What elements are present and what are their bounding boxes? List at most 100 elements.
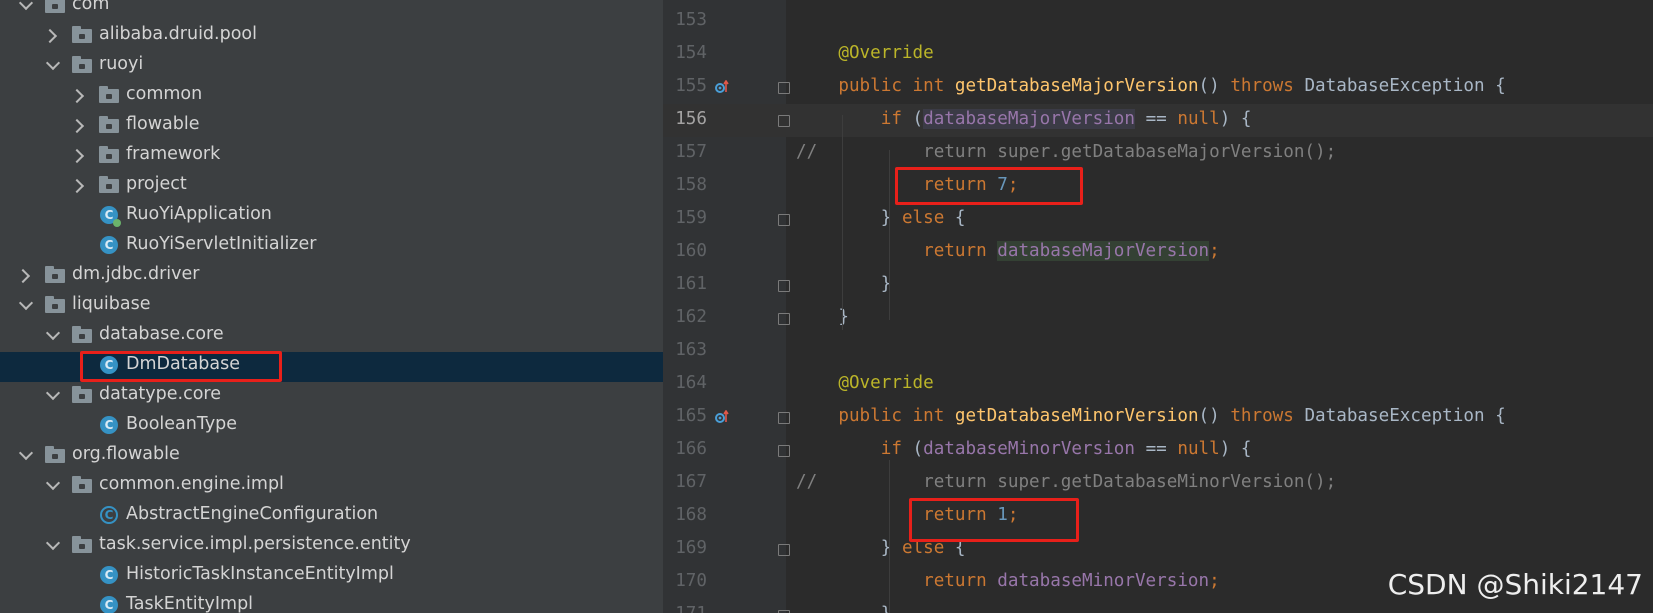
code-line[interactable]: 169 } else { bbox=[663, 533, 1653, 566]
tree-item[interactable]: common bbox=[0, 82, 663, 112]
line-number: 160 bbox=[675, 241, 707, 261]
code-line[interactable]: 158 return 7; bbox=[663, 170, 1653, 203]
chevron-right-icon[interactable] bbox=[69, 118, 85, 134]
fold-marker-icon[interactable] bbox=[778, 82, 790, 94]
code-token: @Override bbox=[838, 373, 934, 393]
fold-marker-icon[interactable] bbox=[778, 214, 790, 226]
code-token: } bbox=[880, 538, 902, 558]
fold-marker-icon[interactable] bbox=[778, 313, 790, 325]
code-token: if bbox=[880, 109, 913, 129]
code-line[interactable]: 164 @Override bbox=[663, 368, 1653, 401]
chevron-down-icon[interactable] bbox=[45, 385, 61, 401]
project-tree[interactable]: com alibaba.druid.pool ruoyi common flowable… bbox=[0, 0, 663, 613]
chevron-right-icon[interactable] bbox=[69, 148, 85, 164]
tree-item[interactable]: liquibase bbox=[0, 292, 663, 322]
code-line[interactable]: 153 bbox=[663, 5, 1653, 38]
tree-item[interactable]: C HistoricTaskInstanceEntityImpl bbox=[0, 562, 663, 592]
chevron-right-icon[interactable] bbox=[69, 88, 85, 104]
code-line[interactable]: 157 // return super.getDatabaseMajorVersi… bbox=[663, 137, 1653, 170]
chevron-down-icon[interactable] bbox=[18, 295, 34, 311]
tree-item[interactable]: C RuoYiApplication bbox=[0, 202, 663, 232]
code-editor[interactable]: 153 154 @Override 155 public int getDataba… bbox=[663, 0, 1653, 613]
code-token: } bbox=[880, 208, 902, 228]
chevron-right-icon[interactable] bbox=[15, 268, 31, 284]
line-number: 153 bbox=[675, 10, 707, 30]
code-line[interactable]: 161 } bbox=[663, 269, 1653, 302]
code-token: throws bbox=[1230, 406, 1305, 426]
code-text: if (databaseMajorVersion == null) { bbox=[796, 109, 1252, 129]
code-line[interactable]: 166 if (databaseMinorVersion == null) { bbox=[663, 434, 1653, 467]
package-folder-icon bbox=[45, 296, 65, 313]
tree-item[interactable]: database.core bbox=[0, 322, 663, 352]
code-line[interactable]: 163 bbox=[663, 335, 1653, 368]
tree-item[interactable]: ruoyi bbox=[0, 52, 663, 82]
tree-item[interactable]: com bbox=[0, 0, 663, 22]
tree-item[interactable]: datatype.core bbox=[0, 382, 663, 412]
tree-item[interactable]: alibaba.druid.pool bbox=[0, 22, 663, 52]
fold-marker-icon[interactable] bbox=[778, 280, 790, 292]
code-token: == bbox=[1134, 439, 1178, 459]
class-icon: C bbox=[100, 566, 118, 584]
override-up-icon[interactable] bbox=[715, 80, 729, 94]
code-line[interactable]: 162 } bbox=[663, 302, 1653, 335]
class-icon: C bbox=[100, 596, 118, 613]
runnable-class-icon: C bbox=[100, 206, 121, 227]
tree-item[interactable]: dm.jdbc.driver bbox=[0, 262, 663, 292]
tree-item[interactable]: common.engine.impl bbox=[0, 472, 663, 502]
tree-item[interactable]: flowable bbox=[0, 112, 663, 142]
code-line[interactable]: 156 if (databaseMajorVersion == null) { bbox=[663, 104, 1653, 137]
code-line[interactable]: 171 } bbox=[663, 599, 1653, 613]
code-line[interactable]: 167 // return super.getDatabaseMinorVersi… bbox=[663, 467, 1653, 500]
code-line[interactable]: 165 public int getDatabaseMinorVersion()… bbox=[663, 401, 1653, 434]
fold-marker-icon[interactable] bbox=[778, 544, 790, 556]
fold-marker-icon[interactable] bbox=[778, 115, 790, 127]
code-text: } bbox=[796, 604, 892, 613]
code-token: ( bbox=[912, 109, 924, 129]
code-token: @Override bbox=[838, 43, 934, 63]
code-token: ) { bbox=[1219, 109, 1252, 129]
code-line[interactable]: 160 return databaseMajorVersion; bbox=[663, 236, 1653, 269]
override-up-icon[interactable] bbox=[715, 410, 729, 424]
fold-marker-icon[interactable] bbox=[778, 445, 790, 457]
chevron-down-icon[interactable] bbox=[45, 325, 61, 341]
chevron-down-icon[interactable] bbox=[45, 55, 61, 71]
tree-item[interactable]: C RuoYiServletInitializer bbox=[0, 232, 663, 262]
tree-item[interactable]: task.service.impl.persistence.entity bbox=[0, 532, 663, 562]
code-line[interactable]: 154 @Override bbox=[663, 38, 1653, 71]
code-token: DatabaseException { bbox=[1304, 76, 1506, 96]
indent-guide bbox=[889, 460, 890, 613]
code-token: databaseMinorVersion bbox=[923, 439, 1135, 459]
package-folder-icon bbox=[99, 116, 119, 133]
tree-item[interactable]: framework bbox=[0, 142, 663, 172]
code-token: databaseMinorVersion bbox=[997, 571, 1210, 591]
package-folder-icon bbox=[72, 56, 92, 73]
code-line[interactable]: 159 } else { bbox=[663, 203, 1653, 236]
tree-item[interactable]: project bbox=[0, 172, 663, 202]
chevron-down-icon[interactable] bbox=[45, 535, 61, 551]
code-line[interactable]: 155 public int getDatabaseMajorVersion()… bbox=[663, 71, 1653, 104]
code-token: { bbox=[954, 208, 966, 228]
chevron-down-icon[interactable] bbox=[45, 475, 61, 491]
chevron-down-icon[interactable] bbox=[18, 445, 34, 461]
chevron-right-icon[interactable] bbox=[42, 28, 58, 44]
tree-item[interactable]: org.flowable bbox=[0, 442, 663, 472]
package-folder-icon bbox=[72, 476, 92, 493]
chevron-down-icon[interactable] bbox=[18, 0, 34, 11]
package-folder-icon bbox=[99, 176, 119, 193]
line-number: 171 bbox=[663, 604, 707, 613]
code-line[interactable]: 168 return 1; bbox=[663, 500, 1653, 533]
tree-item[interactable]: C BooleanType bbox=[0, 412, 663, 442]
tree-item[interactable]: C AbstractEngineConfiguration bbox=[0, 502, 663, 532]
tree-item[interactable]: C TaskEntityImpl bbox=[0, 592, 663, 613]
package-folder-icon bbox=[72, 386, 92, 403]
chevron-right-icon[interactable] bbox=[69, 178, 85, 194]
tree-item-label: database.core bbox=[99, 324, 224, 344]
fold-marker-icon[interactable] bbox=[778, 412, 790, 424]
